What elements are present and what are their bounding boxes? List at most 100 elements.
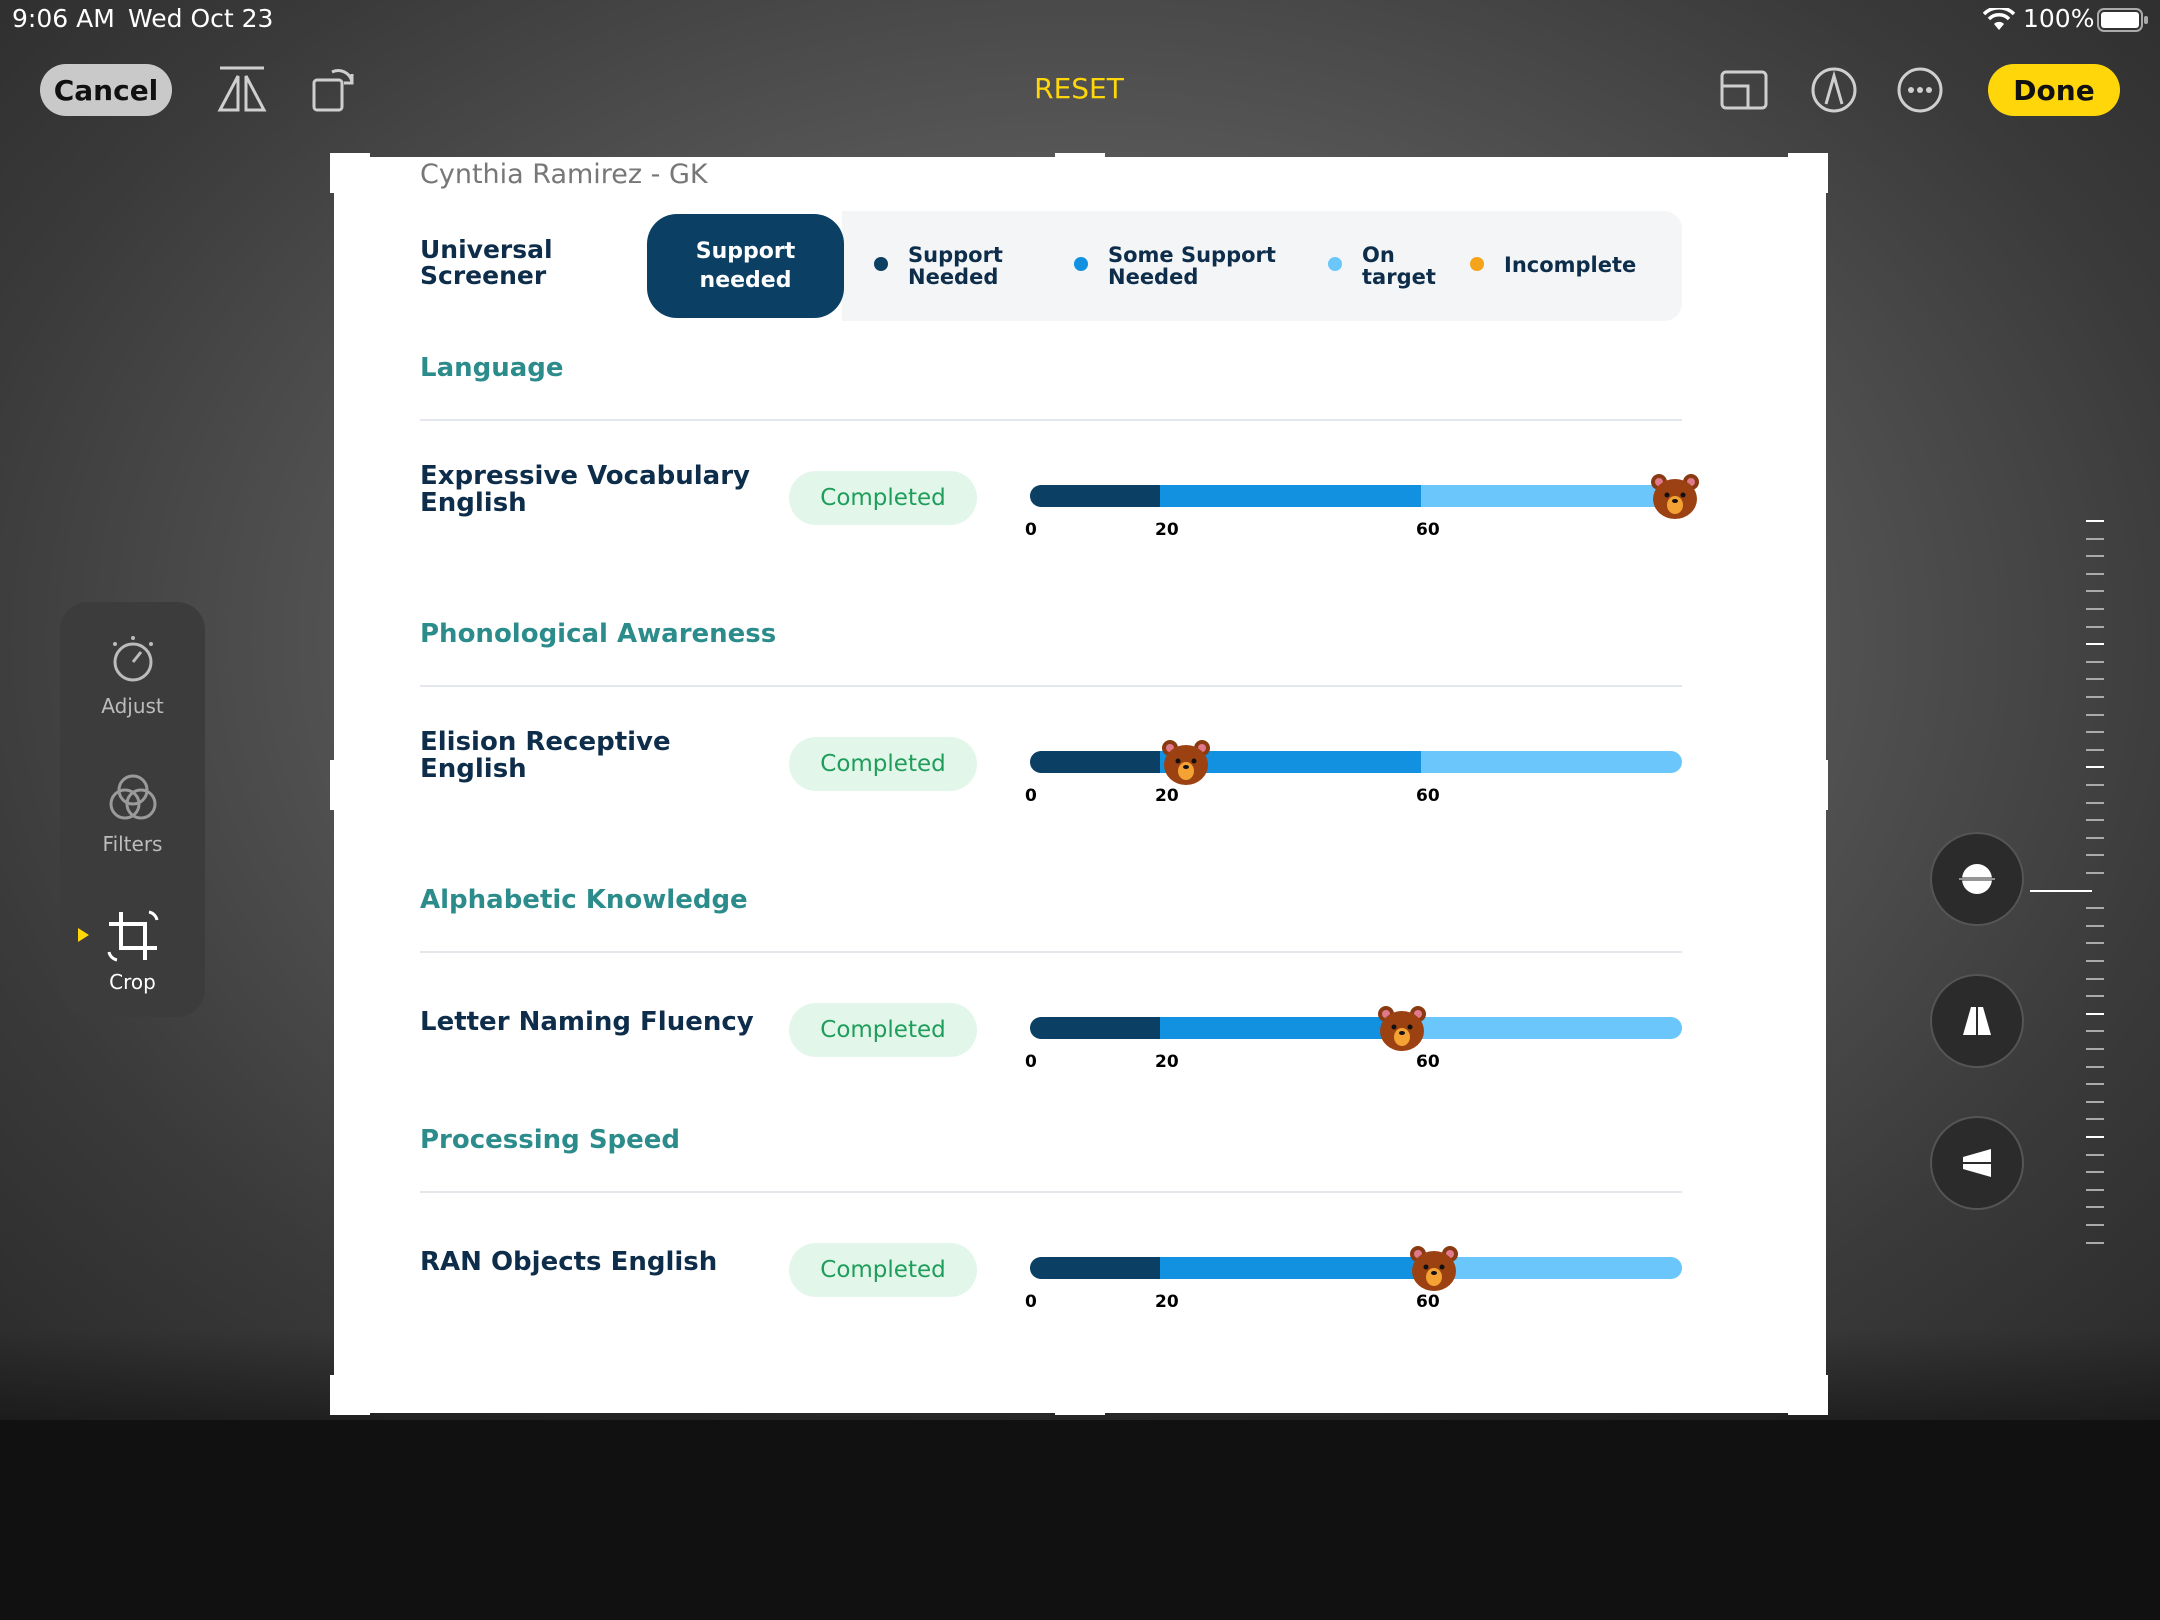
score-bar-some-support: [1160, 485, 1421, 507]
ruler-tick: [2086, 924, 2104, 927]
score-tick-label: 20: [1155, 1292, 1179, 1312]
done-button[interactable]: Done: [1988, 64, 2120, 116]
tool-adjust[interactable]: Adjust: [60, 632, 205, 718]
horizontal-perspective-icon: [1959, 1149, 1995, 1177]
status-time: 9:06 AM: [12, 4, 115, 33]
ruler-tick: [2086, 960, 2104, 962]
vertical-perspective-icon: [1963, 1003, 1991, 1039]
section-heading: Processing Speed: [420, 1125, 681, 1155]
score-bar-on-target: [1421, 485, 1682, 507]
battery-percent: 100%: [2023, 4, 2095, 33]
ruler-tick: [2086, 1224, 2104, 1226]
ruler-tick: [2086, 1206, 2104, 1209]
ruler-tick: [2086, 1048, 2104, 1050]
horizontal-perspective-button[interactable]: [1930, 1116, 2024, 1210]
ruler-tick: [2086, 1030, 2104, 1033]
ruler-tick: [2086, 801, 2104, 804]
assessment-name: Expressive Vocabulary English: [420, 461, 750, 518]
tool-crop[interactable]: Crop: [60, 908, 205, 994]
aspect-ratio-icon[interactable]: [1718, 64, 1770, 116]
score-tick-label: 20: [1155, 1052, 1179, 1072]
vertical-perspective-button[interactable]: [1930, 974, 2024, 1068]
score-marker-bear-icon: [1159, 737, 1213, 787]
section-divider: [420, 685, 1682, 687]
ruler-tick: [2086, 1100, 2104, 1103]
section-divider: [420, 1191, 1682, 1193]
ruler-tick: [2086, 1012, 2104, 1015]
crop-corner-bottom-left[interactable]: [330, 1375, 336, 1415]
score-bar-support-needed: [1030, 1017, 1160, 1039]
ruler-tick: [2086, 555, 2104, 558]
tool-filters[interactable]: Filters: [60, 770, 205, 856]
legend-on-target: On target: [1362, 243, 1436, 289]
score-tick-label: 20: [1155, 520, 1179, 540]
legend-dot: [1328, 257, 1342, 271]
ruler-tick: [2086, 696, 2104, 698]
score-marker-bear-icon: [1375, 1003, 1429, 1053]
ruler-tick: [2086, 625, 2104, 628]
crop-corner-bottom-left[interactable]: [330, 1409, 370, 1415]
edit-mode-panel: Adjust Filters Crop: [60, 602, 205, 1017]
section-divider: [420, 951, 1682, 953]
ruler-tick: [2086, 1153, 2104, 1156]
score-tick-label: 60: [1416, 520, 1440, 540]
crop-edge-top[interactable]: [1055, 153, 1105, 159]
markup-pen-icon[interactable]: [1808, 64, 1860, 116]
straighten-ruler[interactable]: [2030, 510, 2140, 1250]
assessment-name: RAN Objects English: [420, 1247, 718, 1277]
crop-corner-top-left[interactable]: [330, 153, 370, 159]
section-heading: Alphabetic Knowledge: [420, 885, 748, 915]
status-badge: Completed: [789, 1003, 977, 1057]
battery-icon: [2097, 7, 2149, 37]
ruler-tick: [2086, 537, 2104, 540]
ruler-tick: [2086, 748, 2104, 751]
crop-edge-left[interactable]: [330, 760, 336, 810]
score-bar-support-needed: [1030, 751, 1160, 773]
ruler-tick: [2086, 608, 2104, 610]
tool-crop-label: Crop: [109, 970, 156, 994]
crop-corner-top-right[interactable]: [1822, 153, 1828, 193]
photo-canvas[interactable]: Cynthia Ramirez - GK Universal Screener …: [334, 157, 1826, 1413]
ruler-tick: [2086, 819, 2104, 822]
straighten-button[interactable]: [1930, 832, 2024, 926]
cancel-button[interactable]: Cancel: [40, 64, 172, 116]
ruler-tick: [2086, 1065, 2104, 1068]
status-badge: Completed: [789, 737, 977, 791]
status-badge: Completed: [789, 1243, 977, 1297]
ruler-tick: [2086, 907, 2104, 910]
score-tick-label: 20: [1155, 786, 1179, 806]
ruler-tick: [2086, 1136, 2104, 1138]
reset-button[interactable]: RESET: [1034, 72, 1124, 105]
adjust-dial-icon: [112, 636, 153, 682]
score-bar: [1030, 751, 1682, 773]
tool-filters-label: Filters: [102, 832, 163, 856]
ruler-tick: [2086, 1188, 2104, 1191]
score-tick-label: 0: [1025, 520, 1037, 540]
score-bar-support-needed: [1030, 485, 1160, 507]
score-bar-some-support: [1160, 1257, 1421, 1279]
assessment-name: Elision Receptive English: [420, 727, 671, 784]
ruler-tick: [2030, 889, 2092, 892]
ruler-tick: [2086, 643, 2104, 646]
ruler-tick: [2086, 1171, 2104, 1174]
rotate-icon[interactable]: [308, 64, 360, 116]
ruler-tick: [2086, 520, 2104, 522]
ruler-tick: [2086, 942, 2104, 945]
score-bar-support-needed: [1030, 1257, 1160, 1279]
crop-edge-bottom[interactable]: [1055, 1409, 1105, 1415]
more-options-icon[interactable]: [1894, 64, 1946, 116]
crop-corner-top-left[interactable]: [330, 153, 336, 193]
score-tick-label: 0: [1025, 1292, 1037, 1312]
legend-dot: [1470, 257, 1484, 271]
legend-incomplete: Incomplete: [1504, 253, 1637, 277]
score-tick-label: 0: [1025, 786, 1037, 806]
ruler-tick: [2086, 1241, 2104, 1244]
crop-edge-right[interactable]: [1822, 760, 1828, 810]
flip-horizontal-icon[interactable]: [216, 64, 268, 116]
student-name: Cynthia Ramirez - GK: [420, 159, 708, 190]
crop-corner-bottom-right[interactable]: [1822, 1375, 1828, 1415]
score-bar-on-target: [1421, 1017, 1682, 1039]
score-tick-label: 60: [1416, 1292, 1440, 1312]
score-tick-label: 0: [1025, 1052, 1037, 1072]
ruler-tick: [2086, 660, 2104, 663]
